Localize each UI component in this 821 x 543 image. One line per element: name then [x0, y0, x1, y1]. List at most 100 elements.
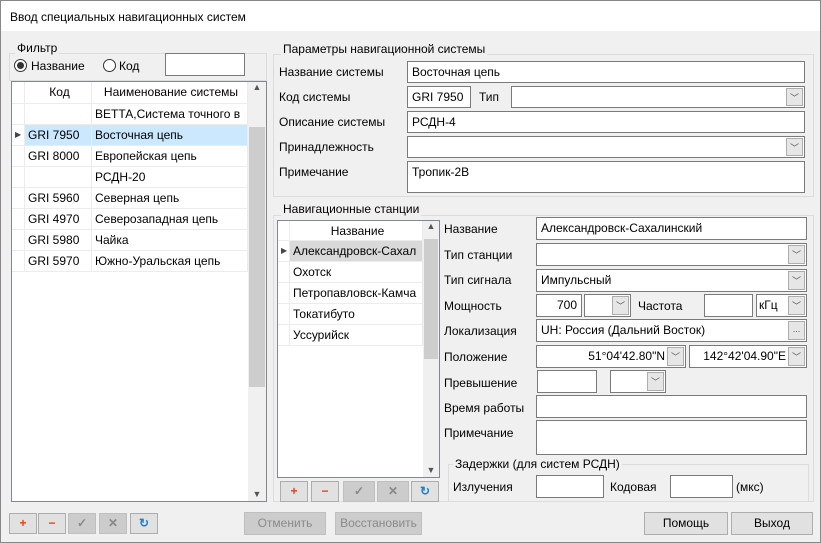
elev-input[interactable]	[537, 370, 597, 393]
apply-station-button[interactable]: ✓	[343, 481, 375, 502]
refresh-station-button[interactable]: ↻	[411, 481, 439, 502]
code-delay-input[interactable]	[670, 475, 733, 498]
filter-input[interactable]	[165, 53, 245, 76]
lat-value: 51°04'42.80"N	[588, 349, 665, 363]
elev-unit-select[interactable]: ﹀	[610, 370, 666, 393]
table-row[interactable]: ▶ GRI 7950 Восточная цепь	[12, 125, 248, 146]
cell-code[interactable]: GRI 8000	[25, 146, 92, 166]
power-unit-select[interactable]: ﹀	[584, 294, 631, 317]
stations-grid[interactable]: Название ▶ Александровск-Сахал Охотск Пе…	[277, 220, 440, 478]
table-row[interactable]: РСДН-20	[12, 167, 248, 188]
system-name-input[interactable]: Восточная цепь	[407, 61, 805, 83]
help-button[interactable]: Помощь	[644, 512, 728, 535]
cancel-button[interactable]: Отменить	[244, 512, 326, 535]
chevron-down-icon[interactable]: ﹀	[786, 88, 803, 106]
table-row[interactable]: GRI 5960 Северная цепь	[12, 188, 248, 209]
cell-name[interactable]: Восточная цепь	[92, 125, 248, 145]
refresh-system-button[interactable]: ↻	[130, 513, 158, 534]
cell-name[interactable]: Чайка	[92, 230, 248, 250]
cancel-system-button[interactable]: ✕	[99, 513, 127, 534]
freq-input[interactable]	[704, 294, 753, 317]
remove-system-button[interactable]: −	[38, 513, 66, 534]
type-select[interactable]: ﹀	[511, 86, 805, 108]
cell-station-name[interactable]: Охотск	[290, 262, 423, 282]
cancel-station-button[interactable]: ✕	[377, 481, 409, 502]
radio-name-label[interactable]: Название	[31, 59, 85, 73]
chevron-down-icon[interactable]: ﹀	[647, 372, 664, 391]
chevron-down-icon[interactable]: ﹀	[788, 271, 805, 290]
list-item[interactable]: Охотск	[278, 262, 423, 283]
stations-scrollbar[interactable]: ▲ ▼	[423, 221, 439, 477]
cell-code[interactable]	[25, 167, 92, 187]
list-item[interactable]: Уссурийск	[278, 325, 423, 346]
apply-system-button[interactable]: ✓	[68, 513, 96, 534]
cell-name[interactable]: РСДН-20	[92, 167, 248, 187]
chevron-down-icon[interactable]: ﹀	[788, 347, 805, 366]
header-name[interactable]: Наименование системы	[92, 82, 248, 103]
cell-name[interactable]: Южно-Уральская цепь	[92, 251, 248, 271]
lon-select[interactable]: 142°42'04.90"E ﹀	[689, 345, 807, 368]
station-type-select[interactable]: ﹀	[536, 243, 807, 266]
systems-grid[interactable]: Код Наименование системы ВЕТТА,Система т…	[11, 81, 267, 502]
add-system-button[interactable]: +	[9, 513, 37, 534]
remove-station-button[interactable]: −	[311, 481, 339, 502]
loc-input[interactable]: UH: Россия (Дальний Восток)...	[536, 319, 807, 342]
cell-name[interactable]: Северозападная цепь	[92, 209, 248, 229]
emission-input[interactable]	[536, 475, 604, 498]
radio-code-label[interactable]: Код	[119, 59, 139, 73]
station-note-input[interactable]	[536, 420, 807, 455]
cell-code[interactable]: GRI 7950	[25, 125, 92, 145]
signal-type-select[interactable]: Импульсный ﹀	[536, 269, 807, 292]
exit-button[interactable]: Выход	[731, 512, 813, 535]
chevron-down-icon[interactable]: ﹀	[786, 138, 803, 156]
scroll-thumb[interactable]	[249, 127, 265, 387]
add-station-button[interactable]: +	[280, 481, 308, 502]
header-station-name[interactable]: Название	[290, 221, 423, 240]
cell-name[interactable]: Европейская цепь	[92, 146, 248, 166]
cell-code[interactable]: GRI 4970	[25, 209, 92, 229]
cell-code[interactable]	[25, 104, 92, 124]
cell-station-name[interactable]: Петропавловск-Камча	[290, 283, 423, 303]
scroll-thumb[interactable]	[424, 239, 438, 359]
table-row[interactable]: GRI 5970 Южно-Уральская цепь	[12, 251, 248, 272]
cell-code[interactable]: GRI 5960	[25, 188, 92, 208]
cell-name[interactable]: ВЕТТА,Система точного в	[92, 104, 248, 124]
power-input[interactable]: 700	[536, 294, 582, 317]
cell-station-name[interactable]: Уссурийск	[290, 325, 423, 345]
freq-unit-select[interactable]: кГц ﹀	[756, 294, 807, 317]
scroll-up-icon[interactable]: ▲	[423, 221, 439, 231]
cell-code[interactable]: GRI 5980	[25, 230, 92, 250]
chevron-down-icon[interactable]: ﹀	[667, 347, 684, 366]
freq-label: Частота	[638, 299, 683, 313]
cell-station-name[interactable]: Токатибуто	[290, 304, 423, 324]
cell-station-name[interactable]: Александровск-Сахал	[290, 241, 423, 261]
radio-code[interactable]	[103, 59, 116, 72]
cell-code[interactable]: GRI 5970	[25, 251, 92, 271]
systems-scrollbar[interactable]: ▲ ▼	[248, 82, 266, 501]
chevron-down-icon[interactable]: ﹀	[788, 296, 805, 315]
table-row[interactable]: GRI 8000 Европейская цепь	[12, 146, 248, 167]
table-row[interactable]: ВЕТТА,Система точного в	[12, 104, 248, 125]
list-item[interactable]: ▶ Александровск-Сахал	[278, 241, 423, 262]
restore-button[interactable]: Восстановить	[335, 512, 422, 535]
scroll-down-icon[interactable]: ▼	[423, 465, 439, 475]
ellipsis-button[interactable]: ...	[788, 321, 805, 340]
belong-select[interactable]: ﹀	[407, 136, 805, 158]
table-row[interactable]: GRI 4970 Северозападная цепь	[12, 209, 248, 230]
cell-name[interactable]: Северная цепь	[92, 188, 248, 208]
scroll-up-icon[interactable]: ▲	[248, 82, 266, 92]
scroll-down-icon[interactable]: ▼	[248, 489, 266, 499]
chevron-down-icon[interactable]: ﹀	[788, 245, 805, 264]
work-input[interactable]	[536, 395, 807, 418]
system-code-input[interactable]: GRI 7950	[407, 86, 471, 108]
lat-select[interactable]: 51°04'42.80"N ﹀	[536, 345, 686, 368]
header-code[interactable]: Код	[25, 82, 92, 103]
list-item[interactable]: Токатибуто	[278, 304, 423, 325]
station-name-input[interactable]: Александровск-Сахалинский	[536, 217, 807, 240]
list-item[interactable]: Петропавловск-Камча	[278, 283, 423, 304]
system-desc-input[interactable]: РСДН-4	[407, 111, 805, 133]
system-note-input[interactable]: Тропик-2В	[407, 161, 805, 193]
radio-name[interactable]	[14, 59, 27, 72]
chevron-down-icon[interactable]: ﹀	[612, 296, 629, 315]
table-row[interactable]: GRI 5980 Чайка	[12, 230, 248, 251]
